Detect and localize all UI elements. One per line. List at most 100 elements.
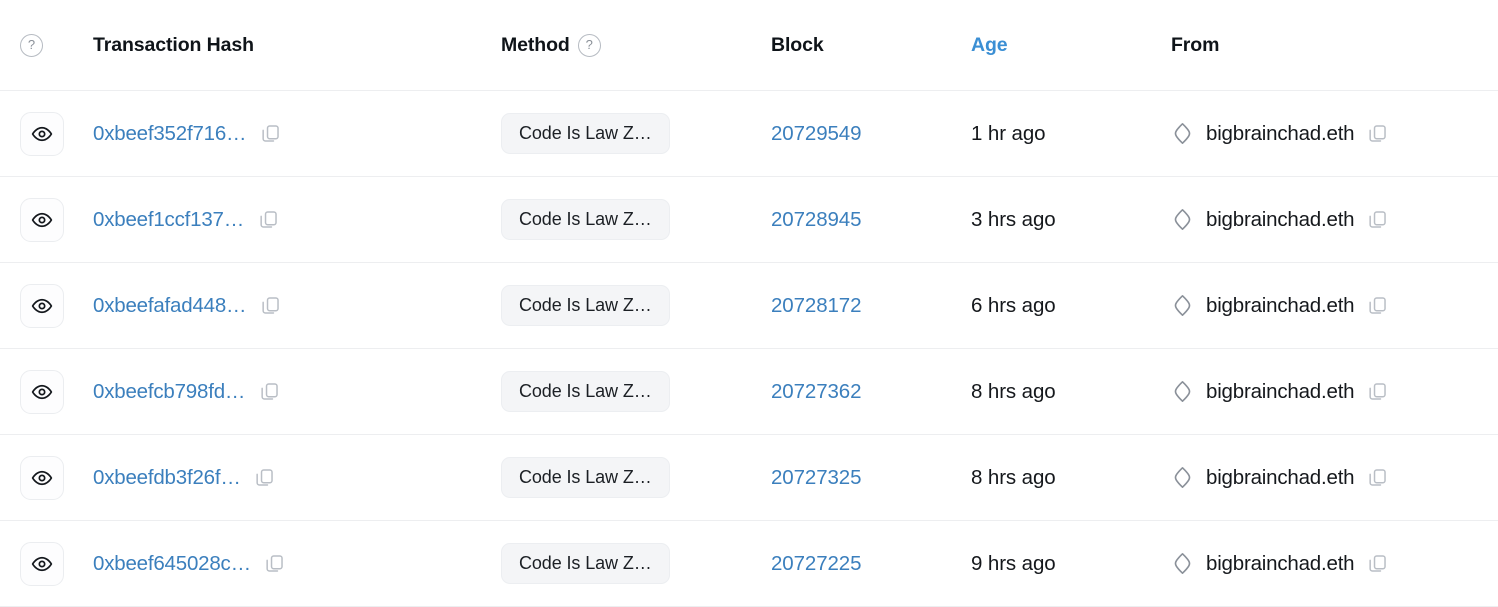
header-cell-from: From [1171,34,1498,57]
row-preview-cell [0,283,93,328]
help-circle-icon[interactable]: ? [20,33,43,57]
table-row[interactable]: 0xbeefcb798fd… Code Is Law Z… 20727362 8… [0,349,1498,435]
row-age-cell: 8 hrs ago [971,380,1171,404]
eye-icon [31,212,53,227]
header-label-block: Block [771,33,824,56]
header-label-transaction-hash: Transaction Hash [93,33,254,56]
copy-hash-icon[interactable] [259,295,281,317]
row-method-cell: Code Is Law Z… [501,113,771,154]
preview-transaction-button[interactable] [20,197,64,242]
row-from-cell: bigbrainchad.eth [1171,294,1498,318]
header-label-method: Method [501,33,570,56]
table-row[interactable]: 0xbeef1ccf137… Code Is Law Z… 20728945 3… [0,177,1498,263]
header-cell-method: Method ? [501,33,771,57]
row-from-cell: bigbrainchad.eth [1171,122,1498,146]
from-address-name[interactable]: bigbrainchad.eth [1206,552,1355,576]
row-preview-cell [0,541,93,586]
copy-hash-icon[interactable] [264,553,286,575]
copy-hash-icon[interactable] [254,467,276,489]
copy-hash-icon[interactable] [257,209,279,231]
row-method-cell: Code Is Law Z… [501,371,771,412]
row-from-cell: bigbrainchad.eth [1171,208,1498,232]
block-number-link[interactable]: 20727325 [771,466,862,489]
row-age-cell: 1 hr ago [971,122,1171,146]
transaction-hash-link[interactable]: 0xbeefcb798fd… [93,380,245,404]
eye-icon [31,556,53,571]
row-block-cell: 20728172 [771,294,971,318]
transaction-hash-link[interactable]: 0xbeef645028c… [93,552,251,576]
row-age-cell: 9 hrs ago [971,552,1171,576]
from-address-name[interactable]: bigbrainchad.eth [1206,208,1355,232]
block-number-link[interactable]: 20728172 [771,294,862,317]
from-address-name[interactable]: bigbrainchad.eth [1206,294,1355,318]
preview-transaction-button[interactable] [20,283,64,328]
header-label-from: From [1171,33,1220,56]
block-number-link[interactable]: 20728945 [771,208,862,231]
ens-diamond-icon [1171,122,1194,145]
row-block-cell: 20727362 [771,380,971,404]
method-badge[interactable]: Code Is Law Z… [501,199,670,240]
table-row[interactable]: 0xbeef645028c… Code Is Law Z… 20727225 9… [0,521,1498,607]
method-badge[interactable]: Code Is Law Z… [501,457,670,498]
preview-transaction-button[interactable] [20,455,64,500]
table-row[interactable]: 0xbeefdb3f26f… Code Is Law Z… 20727325 8… [0,435,1498,521]
row-hash-cell: 0xbeef645028c… [93,552,501,576]
transaction-hash-link[interactable]: 0xbeefdb3f26f… [93,466,241,490]
table-row[interactable]: 0xbeefafad448… Code Is Law Z… 20728172 6… [0,263,1498,349]
table-row[interactable]: 0xbeef352f716… Code Is Law Z… 20729549 1… [0,91,1498,177]
row-preview-cell [0,369,93,414]
copy-from-icon[interactable] [1366,553,1388,575]
row-age-cell: 3 hrs ago [971,208,1171,232]
table-body: 0xbeef352f716… Code Is Law Z… 20729549 1… [0,91,1498,607]
block-number-link[interactable]: 20727362 [771,380,862,403]
row-age-cell: 8 hrs ago [971,466,1171,490]
row-preview-cell [0,197,93,242]
copy-hash-icon[interactable] [259,123,281,145]
transactions-table: ? Transaction Hash Method ? Block Age Fr… [0,0,1498,607]
age-text: 9 hrs ago [971,551,1056,575]
row-method-cell: Code Is Law Z… [501,199,771,240]
table-header-row: ? Transaction Hash Method ? Block Age Fr… [0,0,1498,91]
age-text: 3 hrs ago [971,207,1056,231]
block-number-link[interactable]: 20727225 [771,552,862,575]
eye-icon [31,470,53,485]
transaction-hash-link[interactable]: 0xbeef352f716… [93,122,247,146]
copy-from-icon[interactable] [1366,209,1388,231]
row-method-cell: Code Is Law Z… [501,543,771,584]
row-preview-cell [0,111,93,156]
eye-icon [31,384,53,399]
method-badge[interactable]: Code Is Law Z… [501,285,670,326]
ens-diamond-icon [1171,294,1194,317]
method-badge[interactable]: Code Is Law Z… [501,543,670,584]
method-badge[interactable]: Code Is Law Z… [501,113,670,154]
preview-transaction-button[interactable] [20,541,64,586]
method-badge[interactable]: Code Is Law Z… [501,371,670,412]
from-address-name[interactable]: bigbrainchad.eth [1206,466,1355,490]
row-hash-cell: 0xbeefafad448… [93,294,501,318]
preview-transaction-button[interactable] [20,369,64,414]
row-hash-cell: 0xbeefdb3f26f… [93,466,501,490]
transaction-hash-link[interactable]: 0xbeefafad448… [93,294,247,318]
from-address-name[interactable]: bigbrainchad.eth [1206,122,1355,146]
copy-hash-icon[interactable] [258,381,280,403]
row-block-cell: 20727225 [771,552,971,576]
preview-transaction-button[interactable] [20,111,64,156]
help-glyph: ? [27,37,36,52]
transaction-hash-link[interactable]: 0xbeef1ccf137… [93,208,244,232]
copy-from-icon[interactable] [1366,295,1388,317]
row-block-cell: 20727325 [771,466,971,490]
help-glyph: ? [585,37,593,52]
block-number-link[interactable]: 20729549 [771,122,862,145]
copy-from-icon[interactable] [1366,123,1388,145]
method-help-circle-icon[interactable]: ? [577,33,601,57]
age-text: 8 hrs ago [971,379,1056,403]
row-block-cell: 20728945 [771,208,971,232]
header-cell-age[interactable]: Age [971,34,1171,57]
eye-icon [31,298,53,313]
age-text: 8 hrs ago [971,465,1056,489]
copy-from-icon[interactable] [1366,467,1388,489]
from-address-name[interactable]: bigbrainchad.eth [1206,380,1355,404]
copy-from-icon[interactable] [1366,381,1388,403]
row-method-cell: Code Is Law Z… [501,457,771,498]
row-hash-cell: 0xbeef1ccf137… [93,208,501,232]
